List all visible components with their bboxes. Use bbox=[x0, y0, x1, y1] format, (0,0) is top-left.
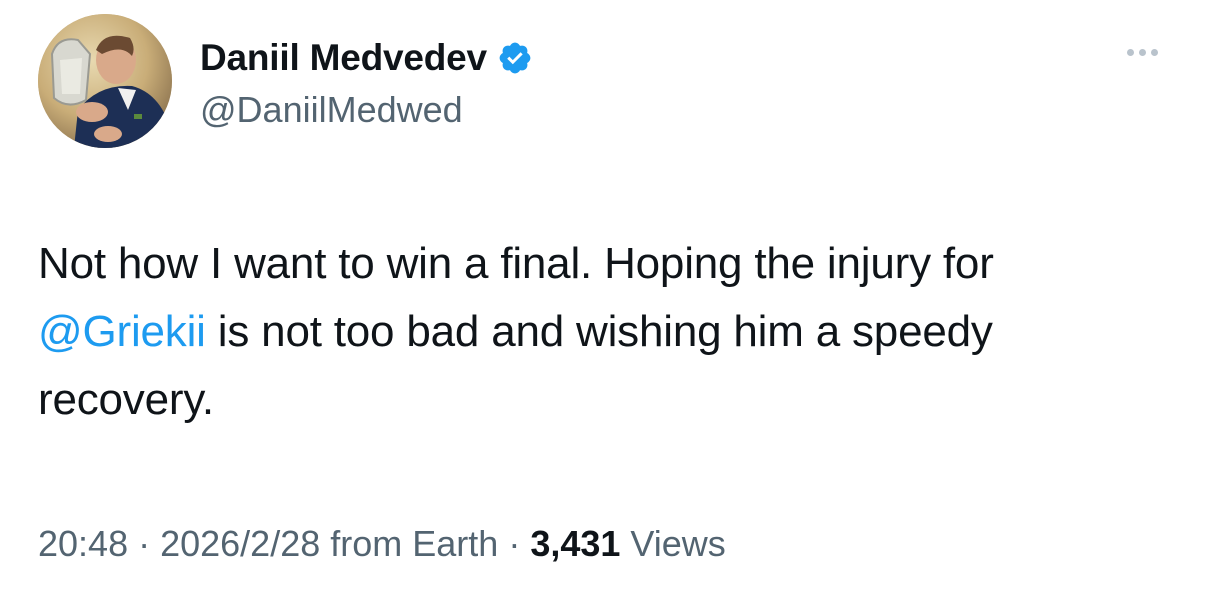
tweet-text-part-1: Not how I want to win a final. Hoping th… bbox=[38, 239, 994, 288]
author-name-row: Daniil Medvedev bbox=[200, 36, 533, 80]
avatar-photo-icon bbox=[38, 14, 172, 148]
tweet-source: from Earth bbox=[320, 523, 499, 564]
tweet-meta: 20:48 · 2026/2/28 from Earth · 3,431 Vie… bbox=[38, 520, 726, 568]
author-avatar[interactable] bbox=[38, 14, 172, 148]
more-options-icon[interactable] bbox=[1127, 42, 1158, 62]
meta-separator: · bbox=[128, 523, 161, 564]
tweet-date[interactable]: 2026/2/28 bbox=[160, 523, 320, 564]
more-dot bbox=[1127, 48, 1134, 56]
tweet-text: Not how I want to win a final. Hoping th… bbox=[38, 230, 1168, 434]
meta-separator: · bbox=[498, 523, 531, 564]
more-dot bbox=[1151, 48, 1158, 56]
views-count: 3,431 bbox=[530, 523, 621, 564]
verified-badge-icon bbox=[497, 40, 533, 76]
author-display-name[interactable]: Daniil Medvedev bbox=[200, 36, 487, 80]
author-handle[interactable]: @DaniilMedwed bbox=[200, 88, 463, 132]
tweet-card: Daniil Medvedev @DaniilMedwed Not how I … bbox=[0, 0, 1206, 594]
tweet-time[interactable]: 20:48 bbox=[38, 523, 128, 564]
more-dot bbox=[1139, 48, 1146, 56]
mention-link[interactable]: @Griekii bbox=[38, 307, 206, 356]
views-label: Views bbox=[620, 523, 726, 564]
